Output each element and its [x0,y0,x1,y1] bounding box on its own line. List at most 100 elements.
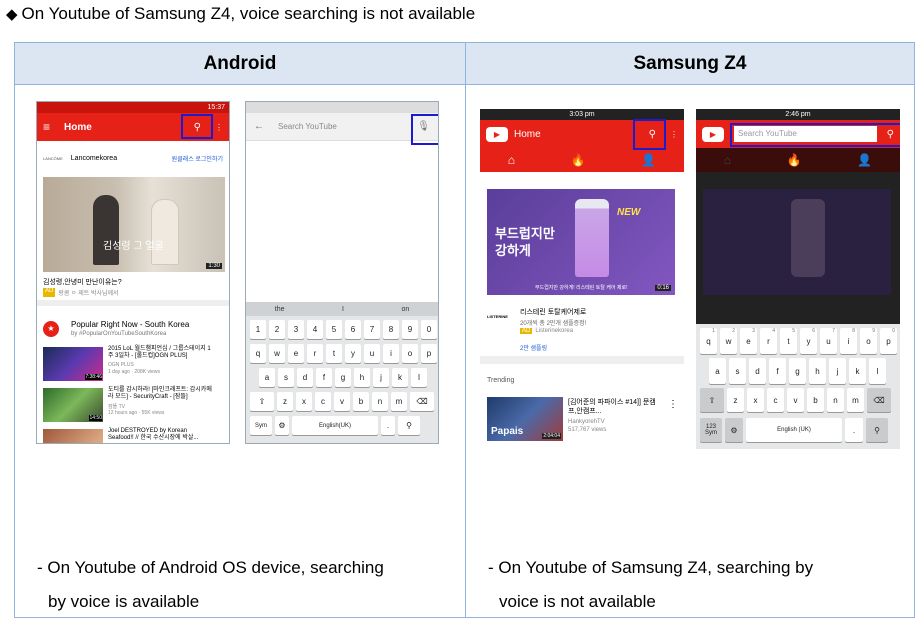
key-p[interactable]: p [421,344,437,363]
backspace-key[interactable]: ⌫ [410,392,434,411]
key-9[interactable]: 9 [402,320,418,339]
key-0[interactable]: 0 [421,320,437,339]
sym-key[interactable]: Sym [250,416,272,435]
key-w[interactable]: w2 [720,328,737,354]
key-m[interactable]: m [847,388,864,412]
key-7[interactable]: 7 [364,320,380,339]
key-x[interactable]: x [296,392,312,411]
key-f[interactable]: f [316,368,332,387]
key-i[interactable]: i [383,344,399,363]
key-t[interactable]: t [326,344,342,363]
key-o[interactable]: o [402,344,418,363]
trend-more-icon[interactable]: ⋮ [668,399,678,410]
search-key[interactable]: ⚲ [398,416,420,435]
key-l[interactable]: l [869,358,886,384]
key-d[interactable]: d [297,368,313,387]
key-c[interactable]: c [767,388,784,412]
space-key[interactable]: English (UK) [746,418,842,442]
key-m[interactable]: m [391,392,407,411]
android-home-screenshot: 15:37 ≡ Home ⚲ ⋮ LANCÔME Lancomekorea 원클… [36,101,230,444]
key-3[interactable]: 3 [288,320,304,339]
key-y[interactable]: y6 [800,328,817,354]
key-h[interactable]: h [809,358,826,384]
key-y[interactable]: y [345,344,361,363]
key-g[interactable]: g [789,358,806,384]
account-tab-icon[interactable]: 👤 [641,153,656,167]
key-4[interactable]: 4 [307,320,323,339]
key-a[interactable]: a [709,358,726,384]
trending-tab-icon[interactable]: 🔥 [571,153,586,167]
key-v[interactable]: v [787,388,804,412]
period-key[interactable]: . [845,418,863,442]
key-e[interactable]: e3 [740,328,757,354]
backspace-key[interactable]: ⌫ [867,388,891,412]
period-key[interactable]: . [381,416,395,435]
sym-key[interactable]: 123 Sym [700,418,722,442]
suggestion-3[interactable]: on [401,306,409,313]
key-c[interactable]: c [315,392,331,411]
back-arrow-icon[interactable]: ← [254,121,264,132]
shift-key[interactable]: ⇧ [700,388,724,412]
key-k[interactable]: k [392,368,408,387]
suggestion-1[interactable]: the [275,306,285,313]
key-z[interactable]: z [277,392,293,411]
key-r[interactable]: r [307,344,323,363]
ad-banner[interactable]: 부드럽지만 강하게 NEW 부드럽지만 강하게! 리스테린 토탈 케어 제로! … [487,189,675,295]
key-6[interactable]: 6 [345,320,361,339]
list-thumb-2[interactable]: 14:50 [43,388,103,422]
key-l[interactable]: l [411,368,427,387]
list-thumb-3[interactable] [43,429,103,443]
key-z[interactable]: z [727,388,744,412]
key-w[interactable]: w [269,344,285,363]
search-input[interactable]: Search YouTube [278,122,417,131]
key-u[interactable]: u [364,344,380,363]
key-j[interactable]: j [829,358,846,384]
key-p[interactable]: p0 [880,328,897,354]
banner-new: NEW [617,207,641,218]
search-key[interactable]: ⚲ [866,418,888,442]
key-2[interactable]: 2 [269,320,285,339]
key-v[interactable]: v [334,392,350,411]
key-5[interactable]: 5 [326,320,342,339]
key-i[interactable]: i8 [840,328,857,354]
key-k[interactable]: k [849,358,866,384]
ad-link[interactable]: 2만 샘플링 [520,343,547,352]
key-h[interactable]: h [354,368,370,387]
trend-title: [김어준의 파파이스 #14]] 문캠프,안캠프... [568,399,656,415]
video-thumbnail[interactable]: 김성령 그 얼굴 1:30 [43,177,225,272]
suggestion-2[interactable]: I [342,306,344,313]
settings-key[interactable]: ⚙ [275,416,289,435]
shift-key[interactable]: ⇧ [250,392,274,411]
key-b[interactable]: b [807,388,824,412]
channel-action-link[interactable]: 원클래스 로그인하기 [172,154,223,163]
key-b[interactable]: b [353,392,369,411]
key-a[interactable]: a [259,368,275,387]
key-r[interactable]: r4 [760,328,777,354]
key-s[interactable]: s [278,368,294,387]
space-key[interactable]: English(UK) [292,416,378,435]
menu-icon[interactable]: ≡ [43,120,50,134]
home-tab-icon[interactable]: ⌂ [508,153,515,167]
settings-key[interactable]: ⚙ [725,418,743,442]
key-t[interactable]: t5 [780,328,797,354]
key-s[interactable]: s [729,358,746,384]
key-q[interactable]: q [250,344,266,363]
list-thumb-1[interactable]: 7:38:46 [43,347,103,381]
key-u[interactable]: u7 [820,328,837,354]
key-n[interactable]: n [372,392,388,411]
trend-thumbnail[interactable]: Papais 2:04:04 [487,397,563,441]
key-n[interactable]: n [827,388,844,412]
key-8[interactable]: 8 [383,320,399,339]
key-g[interactable]: g [335,368,351,387]
col-header-samsung: Samsung Z4 [465,42,915,85]
key-1[interactable]: 1 [250,320,266,339]
key-x[interactable]: x [747,388,764,412]
key-e[interactable]: e [288,344,304,363]
more-icon[interactable]: ⋮ [215,123,223,132]
key-j[interactable]: j [373,368,389,387]
key-q[interactable]: q1 [700,328,717,354]
more-icon[interactable]: ⋮ [670,130,678,139]
key-d[interactable]: d [749,358,766,384]
key-o[interactable]: o9 [860,328,877,354]
key-f[interactable]: f [769,358,786,384]
